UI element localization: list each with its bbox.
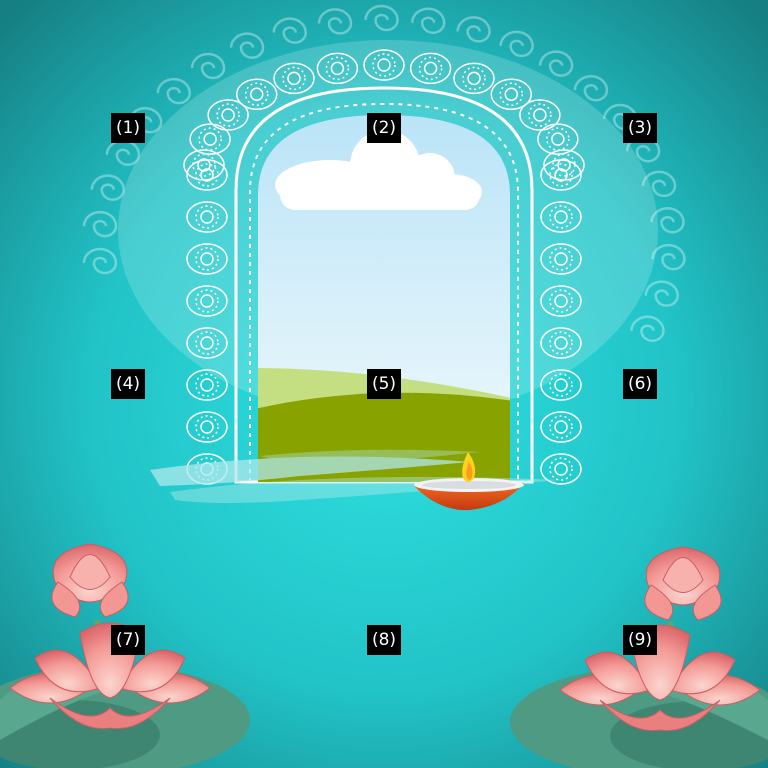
marker-2: (2) bbox=[367, 113, 401, 143]
marker-3: (3) bbox=[623, 113, 657, 143]
marker-1: (1) bbox=[111, 113, 145, 143]
marker-8: (8) bbox=[367, 625, 401, 655]
marker-7: (7) bbox=[111, 625, 145, 655]
marker-5: (5) bbox=[367, 369, 401, 399]
marker-4: (4) bbox=[111, 369, 145, 399]
marker-6: (6) bbox=[623, 369, 657, 399]
marker-9: (9) bbox=[623, 625, 657, 655]
window-view bbox=[258, 115, 510, 482]
